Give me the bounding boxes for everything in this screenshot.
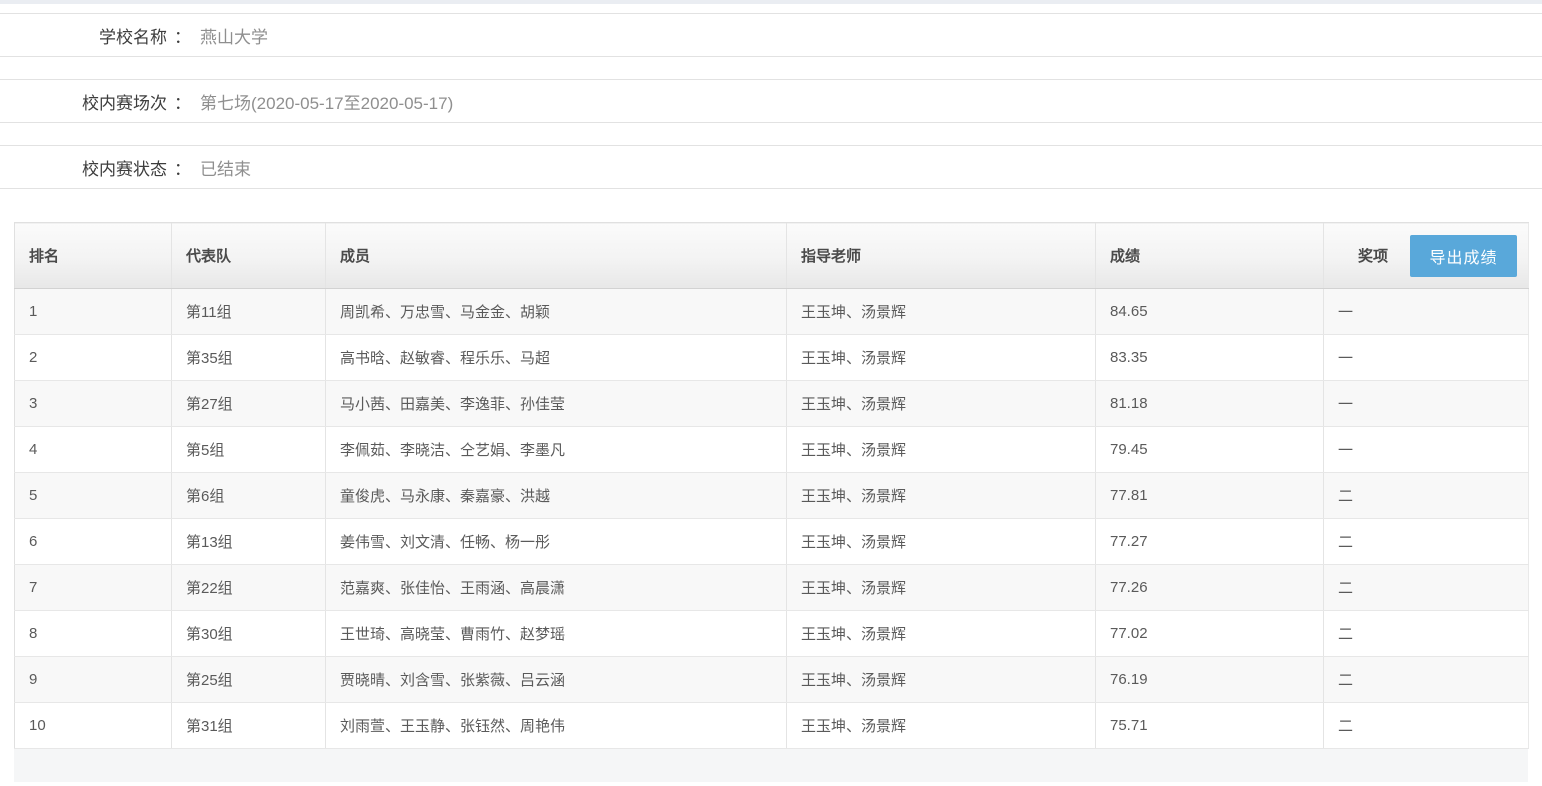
results-tbody: 1 第11组 周凯希、万忠雪、马金金、胡颖 王玉坤、汤景辉 84.65 一 2 … bbox=[15, 289, 1529, 749]
members-cell: 马小茜、田嘉美、李逸菲、孙佳莹 bbox=[326, 381, 787, 427]
score-cell: 77.26 bbox=[1096, 565, 1324, 611]
table-row: 10 第31组 刘雨萱、王玉静、张钰然、周艳伟 王玉坤、汤景辉 75.71 二 bbox=[15, 703, 1529, 749]
header-award: 奖项 导出成绩 bbox=[1324, 223, 1529, 289]
label-colon: ： bbox=[174, 89, 191, 114]
teachers-cell: 王玉坤、汤景辉 bbox=[787, 381, 1096, 427]
school-name-value: 燕山大学 bbox=[200, 23, 268, 48]
table-row: 8 第30组 王世琦、高晓莹、曹雨竹、赵梦瑶 王玉坤、汤景辉 77.02 二 bbox=[15, 611, 1529, 657]
teachers-cell: 王玉坤、汤景辉 bbox=[787, 289, 1096, 335]
info-row-status: 校内赛状态 ： 已结束 bbox=[0, 145, 1542, 189]
award-cell: 二 bbox=[1324, 473, 1529, 519]
team-cell: 第22组 bbox=[172, 565, 326, 611]
award-cell: 二 bbox=[1324, 611, 1529, 657]
header-rank: 排名 bbox=[15, 223, 172, 289]
table-row: 9 第25组 贾晓晴、刘含雪、张紫薇、吕云涵 王玉坤、汤景辉 76.19 二 bbox=[15, 657, 1529, 703]
results-table: 排名 代表队 成员 指导老师 成绩 奖项 导出成绩 1 第11组 周凯希、万忠雪… bbox=[14, 222, 1529, 749]
label-colon: ： bbox=[174, 155, 191, 180]
award-cell: 二 bbox=[1324, 703, 1529, 749]
table-row: 2 第35组 高书晗、赵敏睿、程乐乐、马超 王玉坤、汤景辉 83.35 一 bbox=[15, 335, 1529, 381]
header-members: 成员 bbox=[326, 223, 787, 289]
rank-cell: 8 bbox=[15, 611, 172, 657]
members-cell: 周凯希、万忠雪、马金金、胡颖 bbox=[326, 289, 787, 335]
results-table-wrap: 排名 代表队 成员 指导老师 成绩 奖项 导出成绩 1 第11组 周凯希、万忠雪… bbox=[14, 222, 1528, 749]
teachers-cell: 王玉坤、汤景辉 bbox=[787, 657, 1096, 703]
teachers-cell: 王玉坤、汤景辉 bbox=[787, 427, 1096, 473]
rank-cell: 9 bbox=[15, 657, 172, 703]
session-value: 第七场(2020-05-17至2020-05-17) bbox=[200, 89, 453, 114]
team-cell: 第31组 bbox=[172, 703, 326, 749]
score-cell: 79.45 bbox=[1096, 427, 1324, 473]
team-cell: 第13组 bbox=[172, 519, 326, 565]
members-cell: 李佩茹、李晓洁、仝艺娟、李墨凡 bbox=[326, 427, 787, 473]
rank-cell: 1 bbox=[15, 289, 172, 335]
teachers-cell: 王玉坤、汤景辉 bbox=[787, 703, 1096, 749]
teachers-cell: 王玉坤、汤景辉 bbox=[787, 473, 1096, 519]
award-cell: 一 bbox=[1324, 335, 1529, 381]
team-cell: 第6组 bbox=[172, 473, 326, 519]
team-cell: 第35组 bbox=[172, 335, 326, 381]
table-row: 6 第13组 姜伟雪、刘文清、任畅、杨一彤 王玉坤、汤景辉 77.27 二 bbox=[15, 519, 1529, 565]
score-cell: 83.35 bbox=[1096, 335, 1324, 381]
rank-cell: 7 bbox=[15, 565, 172, 611]
award-cell: 一 bbox=[1324, 427, 1529, 473]
score-cell: 77.27 bbox=[1096, 519, 1324, 565]
school-name-label: 学校名称 bbox=[0, 23, 167, 48]
members-cell: 刘雨萱、王玉静、张钰然、周艳伟 bbox=[326, 703, 787, 749]
award-cell: 二 bbox=[1324, 519, 1529, 565]
members-cell: 贾晓晴、刘含雪、张紫薇、吕云涵 bbox=[326, 657, 787, 703]
award-cell: 一 bbox=[1324, 289, 1529, 335]
award-cell: 二 bbox=[1324, 565, 1529, 611]
team-cell: 第27组 bbox=[172, 381, 326, 427]
header-award-label: 奖项 bbox=[1358, 248, 1388, 265]
table-row: 3 第27组 马小茜、田嘉美、李逸菲、孙佳莹 王玉坤、汤景辉 81.18 一 bbox=[15, 381, 1529, 427]
teachers-cell: 王玉坤、汤景辉 bbox=[787, 519, 1096, 565]
header-teachers: 指导老师 bbox=[787, 223, 1096, 289]
table-row: 1 第11组 周凯希、万忠雪、马金金、胡颖 王玉坤、汤景辉 84.65 一 bbox=[15, 289, 1529, 335]
info-row-session: 校内赛场次 ： 第七场(2020-05-17至2020-05-17) bbox=[0, 79, 1542, 123]
members-cell: 范嘉爽、张佳怡、王雨涵、高晨潇 bbox=[326, 565, 787, 611]
teachers-cell: 王玉坤、汤景辉 bbox=[787, 565, 1096, 611]
table-row: 7 第22组 范嘉爽、张佳怡、王雨涵、高晨潇 王玉坤、汤景辉 77.26 二 bbox=[15, 565, 1529, 611]
team-cell: 第11组 bbox=[172, 289, 326, 335]
label-colon: ： bbox=[174, 23, 191, 48]
teachers-cell: 王玉坤、汤景辉 bbox=[787, 611, 1096, 657]
award-cell: 一 bbox=[1324, 381, 1529, 427]
rank-cell: 3 bbox=[15, 381, 172, 427]
table-header-row: 排名 代表队 成员 指导老师 成绩 奖项 导出成绩 bbox=[15, 223, 1529, 289]
page-root: 学校名称 ： 燕山大学 校内赛场次 ： 第七场(2020-05-17至2020-… bbox=[0, 0, 1542, 782]
session-label: 校内赛场次 bbox=[0, 89, 167, 114]
team-cell: 第25组 bbox=[172, 657, 326, 703]
score-cell: 77.02 bbox=[1096, 611, 1324, 657]
table-row: 5 第6组 童俊虎、马永康、秦嘉豪、洪越 王玉坤、汤景辉 77.81 二 bbox=[15, 473, 1529, 519]
rank-cell: 4 bbox=[15, 427, 172, 473]
info-row-school-name: 学校名称 ： 燕山大学 bbox=[0, 13, 1542, 57]
status-value: 已结束 bbox=[200, 155, 251, 180]
status-label: 校内赛状态 bbox=[0, 155, 167, 180]
members-cell: 高书晗、赵敏睿、程乐乐、马超 bbox=[326, 335, 787, 381]
members-cell: 姜伟雪、刘文清、任畅、杨一彤 bbox=[326, 519, 787, 565]
score-cell: 84.65 bbox=[1096, 289, 1324, 335]
score-cell: 75.71 bbox=[1096, 703, 1324, 749]
rank-cell: 2 bbox=[15, 335, 172, 381]
score-cell: 77.81 bbox=[1096, 473, 1324, 519]
team-cell: 第30组 bbox=[172, 611, 326, 657]
score-cell: 81.18 bbox=[1096, 381, 1324, 427]
award-cell: 二 bbox=[1324, 657, 1529, 703]
table-row: 4 第5组 李佩茹、李晓洁、仝艺娟、李墨凡 王玉坤、汤景辉 79.45 一 bbox=[15, 427, 1529, 473]
score-cell: 76.19 bbox=[1096, 657, 1324, 703]
members-cell: 王世琦、高晓莹、曹雨竹、赵梦瑶 bbox=[326, 611, 787, 657]
table-footer bbox=[14, 749, 1528, 782]
rank-cell: 5 bbox=[15, 473, 172, 519]
header-team: 代表队 bbox=[172, 223, 326, 289]
members-cell: 童俊虎、马永康、秦嘉豪、洪越 bbox=[326, 473, 787, 519]
export-scores-button[interactable]: 导出成绩 bbox=[1410, 235, 1517, 277]
team-cell: 第5组 bbox=[172, 427, 326, 473]
rank-cell: 6 bbox=[15, 519, 172, 565]
rank-cell: 10 bbox=[15, 703, 172, 749]
header-score: 成绩 bbox=[1096, 223, 1324, 289]
top-strip bbox=[0, 0, 1542, 4]
teachers-cell: 王玉坤、汤景辉 bbox=[787, 335, 1096, 381]
